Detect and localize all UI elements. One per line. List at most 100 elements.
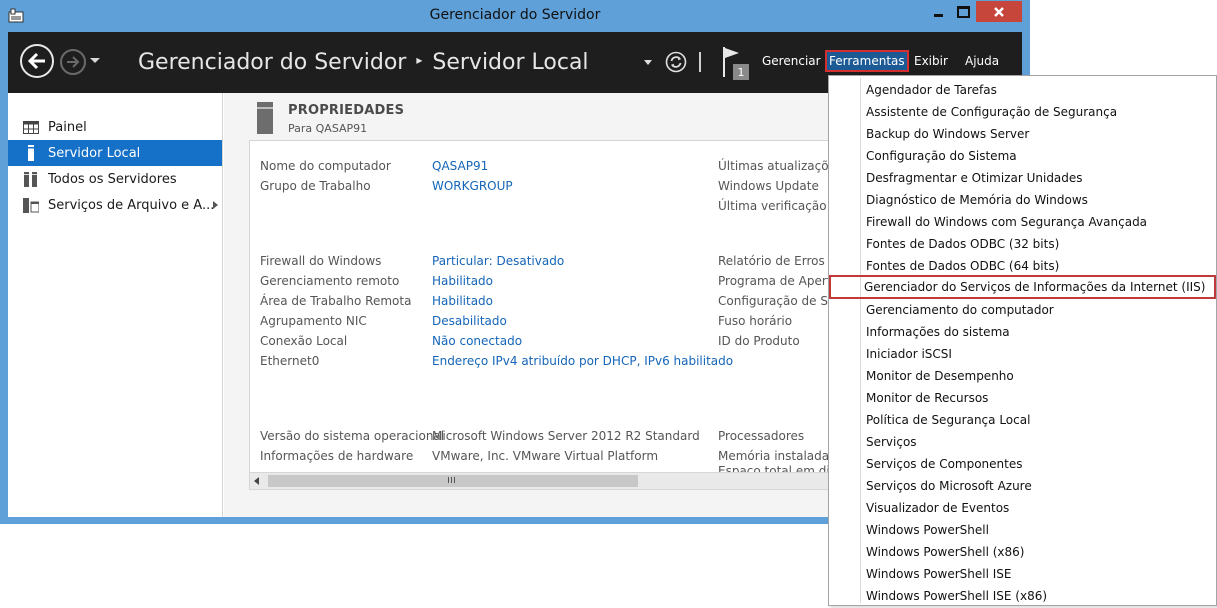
property-key: Informações de hardware	[260, 449, 414, 463]
arrow-left-icon	[27, 52, 45, 70]
breadcrumb-separator: ▸	[416, 53, 423, 67]
refresh-icon[interactable]	[665, 51, 687, 73]
expand-arrow-icon[interactable]	[213, 201, 218, 209]
property-key-right: Memória instalada (R	[718, 449, 846, 463]
property-key-right: Windows Update	[718, 179, 819, 193]
property-key: Nome do computador	[260, 159, 391, 173]
scroll-left-icon[interactable]	[254, 477, 259, 485]
menu-item-iis-manager[interactable]: Gerenciador do Serviços de Informações d…	[829, 275, 1216, 299]
menu-item-monitor-recursos[interactable]: Monitor de Recursos	[831, 387, 1214, 409]
property-value-link[interactable]: WORKGROUP	[432, 179, 513, 193]
property-key-right: Processadores	[718, 429, 805, 443]
property-key: Versão do sistema operacional	[260, 429, 445, 443]
menu-item-diagnostico-memoria[interactable]: Diagnóstico de Memória do Windows	[831, 189, 1214, 211]
menu-item-desfragmentar[interactable]: Desfragmentar e Otimizar Unidades	[831, 167, 1214, 189]
menu-item-servicos-azure[interactable]: Serviços do Microsoft Azure	[831, 475, 1214, 497]
property-key-right: Relatório de Erros do	[718, 254, 844, 268]
property-key-right: Últimas atualizações	[718, 159, 843, 173]
menu-item-backup[interactable]: Backup do Windows Server	[831, 123, 1214, 145]
arrow-right-icon	[67, 56, 80, 68]
file-services-icon	[22, 197, 39, 213]
menu-ferramentas[interactable]: Ferramentas	[825, 50, 909, 72]
dashboard-grid-icon	[22, 120, 39, 134]
menu-item-powershell[interactable]: Windows PowerShell	[831, 519, 1214, 541]
property-key-right: Configuração de Seg	[718, 294, 843, 308]
forward-button[interactable]	[60, 49, 86, 75]
properties-server-icon	[257, 102, 273, 134]
property-value: Microsoft Windows Server 2012 R2 Standar…	[432, 429, 700, 443]
property-key-right: Programa de Aperfei	[718, 274, 842, 288]
sidebar-item-todos-servidores[interactable]: Todos os Servidores	[8, 166, 222, 192]
property-key: Gerenciamento remoto	[260, 274, 400, 288]
menu-item-assistente-seguranca[interactable]: Assistente de Configuração de Segurança	[831, 101, 1214, 123]
maximize-button[interactable]	[951, 1, 975, 22]
title-bar[interactable]: Gerenciador do Servidor	[0, 0, 1030, 32]
property-key: Agrupamento NIC	[260, 314, 367, 328]
property-key-right: ID do Produto	[718, 334, 800, 348]
property-value-link[interactable]: Habilitado	[432, 274, 493, 288]
maximize-icon	[956, 5, 970, 18]
property-value-link[interactable]: Habilitado	[432, 294, 493, 308]
breadcrumb: Gerenciador do Servidor ▸ Servidor Local	[138, 50, 589, 75]
menu-item-configuracao-sistema[interactable]: Configuração do Sistema	[831, 145, 1214, 167]
property-key: Grupo de Trabalho	[260, 179, 371, 193]
breadcrumb-root[interactable]: Gerenciador do Servidor	[138, 50, 406, 75]
sidebar-item-servidor-local[interactable]: Servidor Local	[8, 140, 222, 166]
close-icon	[994, 6, 1004, 17]
close-button[interactable]	[976, 1, 1022, 22]
breadcrumb-dropdown-icon[interactable]	[644, 60, 652, 65]
menu-item-iniciador-iscsi[interactable]: Iniciador iSCSI	[831, 343, 1214, 365]
property-key-right: Última verificação de	[718, 199, 846, 213]
breadcrumb-current: Servidor Local	[432, 50, 589, 75]
menu-item-visualizador-eventos[interactable]: Visualizador de Eventos	[831, 497, 1214, 519]
notification-count: 1	[738, 66, 745, 79]
menu-item-firewall-avancado[interactable]: Firewall do Windows com Segurança Avança…	[831, 211, 1214, 233]
server-icon	[22, 145, 39, 161]
minimize-button[interactable]	[926, 1, 950, 22]
menu-item-odbc-64[interactable]: Fontes de Dados ODBC (64 bits)	[831, 255, 1214, 277]
property-key: Área de Trabalho Remota	[260, 294, 412, 308]
notifications-flag-icon[interactable]: 1	[721, 45, 751, 81]
history-dropdown-icon[interactable]	[90, 58, 100, 63]
sidebar: Painel Servidor Local Todos os Servidore…	[8, 93, 223, 517]
property-key: Conexão Local	[260, 334, 348, 348]
property-key: Firewall do Windows	[260, 254, 382, 268]
properties-subtitle: Para QASAP91	[288, 122, 368, 135]
menu-item-monitor-desempenho[interactable]: Monitor de Desempenho	[831, 365, 1214, 387]
menu-item-servicos-componentes[interactable]: Serviços de Componentes	[831, 453, 1214, 475]
menu-item-powershell-x86[interactable]: Windows PowerShell (x86)	[831, 541, 1214, 563]
header-divider	[699, 52, 701, 72]
property-key: Ethernet0	[260, 354, 320, 368]
servers-icon	[22, 171, 39, 187]
property-value-link[interactable]: Endereço IPv4 atribuído por DHCP, IPv6 h…	[432, 354, 733, 368]
scrollbar-grip-icon	[448, 477, 457, 483]
menu-gerenciar[interactable]: Gerenciar	[762, 54, 821, 68]
property-value: VMware, Inc. VMware Virtual Platform	[432, 449, 659, 463]
window-title: Gerenciador do Servidor	[429, 7, 601, 23]
sidebar-item-label: Todos os Servidores	[48, 171, 177, 187]
properties-title: PROPRIEDADES	[288, 103, 405, 118]
minimize-icon	[933, 14, 943, 17]
menu-item-gerenciamento-computador[interactable]: Gerenciamento do computador	[831, 299, 1214, 321]
sidebar-item-label: Serviços de Arquivo e A...	[48, 197, 215, 213]
sidebar-item-servicos-arquivo[interactable]: Serviços de Arquivo e A...	[8, 192, 222, 218]
tools-dropdown-menu: Agendador de Tarefas Assistente de Confi…	[828, 75, 1217, 606]
menu-item-servicos[interactable]: Serviços	[831, 431, 1214, 453]
property-value-link[interactable]: Não conectado	[432, 334, 522, 348]
property-key-right: Fuso horário	[718, 314, 793, 328]
sidebar-item-label: Painel	[48, 119, 87, 135]
back-button[interactable]	[20, 44, 54, 78]
property-value-link[interactable]: QASAP91	[432, 159, 488, 173]
property-value-link[interactable]: Desabilitado	[432, 314, 507, 328]
property-value-link[interactable]: Particular: Desativado	[432, 254, 564, 268]
menu-item-powershell-ise-x86[interactable]: Windows PowerShell ISE (x86)	[831, 585, 1214, 607]
sidebar-item-label: Servidor Local	[48, 145, 141, 161]
menu-ajuda[interactable]: Ajuda	[965, 54, 999, 68]
sidebar-item-painel[interactable]: Painel	[8, 114, 222, 140]
menu-item-powershell-ise[interactable]: Windows PowerShell ISE	[831, 563, 1214, 585]
menu-item-informacoes-sistema[interactable]: Informações do sistema	[831, 321, 1214, 343]
menu-exibir[interactable]: Exibir	[914, 54, 948, 68]
menu-item-agendador-tarefas[interactable]: Agendador de Tarefas	[831, 79, 1214, 101]
menu-item-politica-seguranca[interactable]: Política de Segurança Local	[831, 409, 1214, 431]
menu-item-odbc-32[interactable]: Fontes de Dados ODBC (32 bits)	[831, 233, 1214, 255]
